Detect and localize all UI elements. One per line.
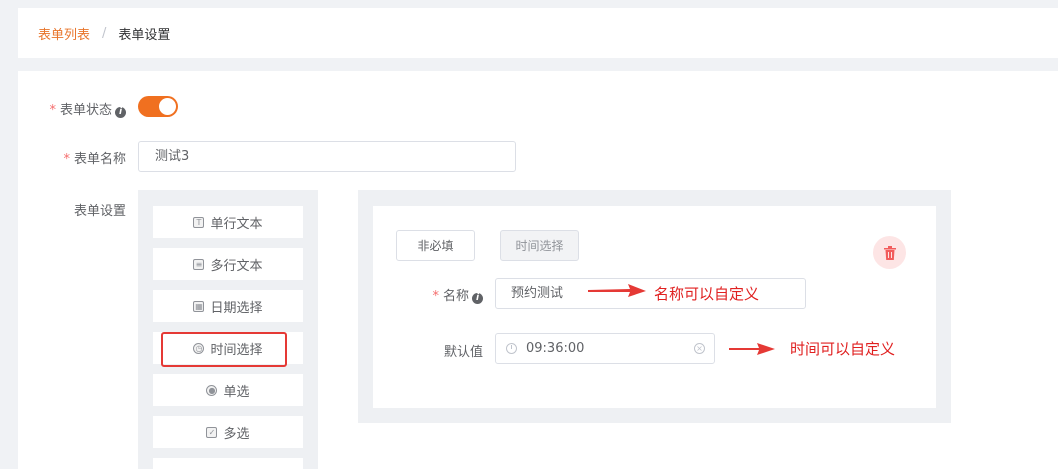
palette-item-label: 单行文本	[210, 216, 263, 232]
toggle-knob	[159, 98, 176, 115]
field-canvas: 非必填 时间选择 * 名称 i 预约测试 默认值 09:36:00 ×	[358, 190, 951, 423]
form-settings-panel: * 表单状态 i * 表单名称 测试3 表单设置 T 单行文本 ≡ 多行文本 ▦ 日期选择 …	[18, 71, 1058, 469]
breadcrumb-link-form-list[interactable]: 表单列表	[38, 24, 90, 43]
field-title-label: 名称	[442, 289, 469, 304]
status-label: 表单状态	[59, 103, 112, 118]
annotation-arrow-time	[729, 343, 775, 355]
status-label-row: * 表单状态 i	[49, 99, 126, 118]
required-asterisk: *	[432, 289, 439, 304]
annotation-name-customizable: 名称可以自定义	[654, 285, 760, 303]
breadcrumb-current: 表单设置	[118, 27, 171, 43]
status-toggle[interactable]	[138, 96, 178, 117]
delete-field-button[interactable]	[873, 236, 906, 269]
palette-item-label: 单选	[223, 384, 250, 400]
annotation-time-customizable: 时间可以自定义	[790, 340, 896, 358]
clear-icon[interactable]: ×	[694, 343, 705, 354]
palette-item-partial[interactable]	[153, 458, 303, 469]
field-type-button[interactable]: 时间选择	[500, 230, 579, 261]
name-label-row: * 表单名称	[63, 148, 126, 167]
palette-item-date-picker[interactable]: ▦ 日期选择	[153, 290, 303, 322]
field-title-input[interactable]: 预约测试	[495, 278, 806, 309]
text-line-icon: T	[193, 216, 205, 228]
palette-item-multi-line-text[interactable]: ≡ 多行文本	[153, 248, 303, 280]
default-time-input[interactable]: 09:36:00 ×	[495, 333, 715, 364]
breadcrumb: 表单列表 / 表单设置	[18, 8, 1058, 58]
palette-item-label: 多选	[223, 426, 250, 442]
required-asterisk: *	[49, 103, 56, 118]
field-title-label-row: * 名称 i	[432, 285, 483, 304]
required-toggle-button[interactable]: 非必填	[396, 230, 475, 261]
palette-item-label: 日期选择	[210, 300, 263, 316]
required-asterisk: *	[63, 152, 70, 167]
info-icon[interactable]: i	[472, 293, 483, 304]
default-value-label: 默认值	[443, 345, 483, 360]
form-name-input[interactable]: 测试3	[138, 141, 516, 172]
trash-icon	[883, 245, 896, 260]
palette-item-checkbox[interactable]: ✓ 多选	[153, 416, 303, 448]
field-card-time-picker[interactable]: 非必填 时间选择 * 名称 i 预约测试 默认值 09:36:00 ×	[373, 206, 936, 408]
field-palette: T 单行文本 ≡ 多行文本 ▦ 日期选择 ◷ 时间选择 ● 单选 ✓ 多选	[138, 190, 318, 469]
radio-icon: ●	[206, 384, 218, 396]
settings-label: 表单设置	[73, 204, 126, 219]
breadcrumb-separator: /	[102, 25, 107, 41]
clock-icon	[506, 343, 517, 354]
palette-item-single-line-text[interactable]: T 单行文本	[153, 206, 303, 238]
palette-item-radio[interactable]: ● 单选	[153, 374, 303, 406]
highlight-box	[161, 332, 287, 367]
checkbox-icon: ✓	[206, 426, 218, 438]
default-time-value: 09:36:00	[526, 341, 585, 356]
palette-item-label: 多行文本	[210, 258, 263, 274]
info-icon[interactable]: i	[115, 107, 126, 118]
text-multiline-icon: ≡	[193, 258, 205, 270]
calendar-icon: ▦	[193, 300, 205, 312]
annotation-arrow-name	[588, 284, 646, 297]
name-label: 表单名称	[73, 152, 126, 167]
